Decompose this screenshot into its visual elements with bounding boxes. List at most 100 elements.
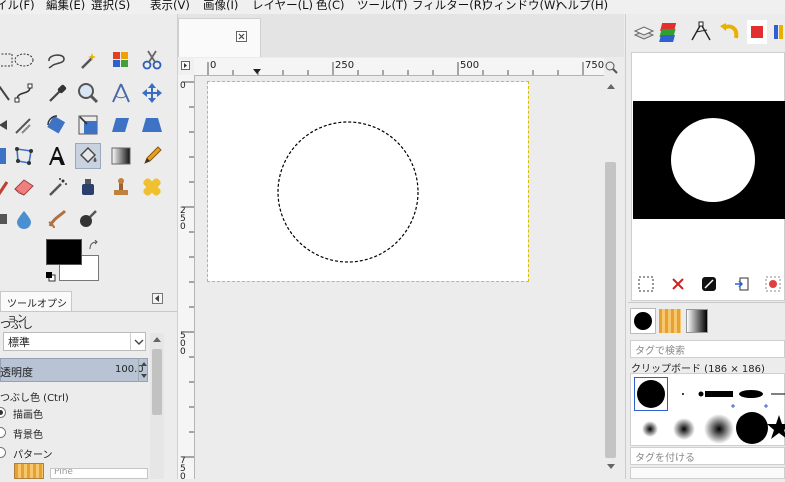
tag-assign-placeholder: タグを付ける bbox=[635, 453, 695, 464]
pattern-swatch[interactable] bbox=[14, 463, 44, 479]
color-picker-icon[interactable] bbox=[44, 80, 70, 106]
fill-option-fg[interactable]: 描画色 bbox=[0, 405, 150, 423]
measure-icon[interactable] bbox=[108, 80, 134, 106]
h-ruler-ticks bbox=[207, 62, 584, 75]
path-stroke-icon[interactable] bbox=[701, 276, 717, 292]
menu-image[interactable]: 画像(I) bbox=[203, 0, 238, 13]
fill-option-pattern-label: パターン bbox=[13, 450, 53, 461]
rotate-icon[interactable] bbox=[44, 112, 70, 138]
vertical-ruler[interactable]: 0 250 500 750 bbox=[178, 75, 195, 482]
bucket-fill-icon[interactable] bbox=[75, 143, 101, 169]
paths-tab-icon[interactable] bbox=[689, 20, 713, 44]
default-colors-icon[interactable] bbox=[46, 272, 56, 282]
active-tab-icon[interactable] bbox=[747, 20, 767, 44]
menu-view[interactable]: 表示(V) bbox=[150, 0, 190, 13]
selection-icon[interactable] bbox=[638, 276, 654, 292]
text-icon[interactable] bbox=[44, 143, 70, 169]
smudge-icon[interactable] bbox=[44, 206, 70, 232]
mode-select[interactable]: 標準 bbox=[3, 332, 146, 351]
menu-layer[interactable]: レイヤー(L) bbox=[252, 0, 313, 13]
quick-mask-corner[interactable] bbox=[178, 58, 194, 75]
menu-select[interactable]: 選択(S) bbox=[91, 0, 130, 13]
shear-icon[interactable] bbox=[108, 112, 134, 138]
menu-colors[interactable]: 色(C) bbox=[316, 0, 345, 13]
fill-type-label: つぶし色 (Ctrl) bbox=[0, 393, 69, 404]
channels-tab-icon[interactable] bbox=[659, 20, 683, 44]
heal-icon[interactable] bbox=[139, 174, 165, 200]
dodge-burn-icon[interactable] bbox=[75, 206, 101, 232]
foreground-color-swatch[interactable] bbox=[46, 239, 82, 265]
radio-bg[interactable] bbox=[0, 427, 6, 438]
zoom-to-fit-icon[interactable] bbox=[604, 59, 618, 75]
tag-assign-field[interactable]: タグを付ける bbox=[630, 447, 785, 465]
airbrush-icon[interactable] bbox=[44, 174, 70, 200]
gradients-tab[interactable] bbox=[686, 309, 708, 333]
paths-icon[interactable] bbox=[11, 80, 37, 106]
blur-icon[interactable] bbox=[11, 206, 37, 232]
scale-icon[interactable] bbox=[75, 112, 101, 138]
radio-fg[interactable] bbox=[0, 407, 6, 418]
brush-grid[interactable] bbox=[630, 373, 785, 446]
canvas-area[interactable] bbox=[195, 76, 604, 479]
menu-filters[interactable]: フィルター(R) bbox=[412, 0, 486, 13]
brush-tag-search[interactable]: タグで検索 bbox=[630, 340, 785, 358]
opacity-slider[interactable]: 透明度 100.0 bbox=[0, 358, 148, 382]
fuzzy-select-icon[interactable] bbox=[75, 47, 101, 73]
clone-icon[interactable] bbox=[108, 174, 134, 200]
image-canvas[interactable] bbox=[207, 81, 529, 282]
v-ruler-label-500: 500 bbox=[180, 331, 186, 357]
circle-selection-marquee bbox=[277, 121, 419, 263]
transform-icon[interactable] bbox=[11, 112, 37, 138]
brushes-tab[interactable] bbox=[630, 308, 656, 334]
options-scroll-thumb[interactable] bbox=[152, 349, 162, 415]
opacity-spin-buttons[interactable] bbox=[138, 358, 149, 382]
v-ruler-label-0: 0 bbox=[180, 81, 186, 91]
fill-option-bg[interactable]: 背景色 bbox=[0, 425, 150, 443]
layers-tab-icon[interactable] bbox=[633, 21, 655, 43]
eraser-icon[interactable] bbox=[11, 174, 37, 200]
radio-pattern[interactable] bbox=[0, 447, 6, 458]
close-icon[interactable] bbox=[236, 31, 247, 42]
brush-clipboard[interactable] bbox=[634, 377, 668, 411]
options-scrollbar[interactable] bbox=[150, 333, 164, 479]
cage-transform-icon[interactable] bbox=[11, 143, 37, 169]
menu-file[interactable]: イル(F) bbox=[0, 0, 35, 13]
ink-icon[interactable] bbox=[75, 174, 101, 200]
menu-tools[interactable]: ツール(T) bbox=[357, 0, 408, 13]
divider bbox=[628, 302, 785, 303]
horizontal-ruler[interactable]: 0 250 500 750 bbox=[194, 58, 604, 76]
ellipse-select-icon[interactable] bbox=[11, 47, 37, 73]
brush-spacing-slider[interactable] bbox=[630, 467, 785, 479]
more-tabs-icon[interactable] bbox=[772, 20, 785, 44]
pencil-icon[interactable] bbox=[139, 143, 165, 169]
swap-colors-icon[interactable] bbox=[88, 239, 99, 251]
brush-row-2[interactable] bbox=[631, 411, 785, 447]
configure-tab-icon[interactable] bbox=[152, 293, 163, 304]
menubar: イル(F) 編集(E) 選択(S) 表示(V) 画像(I) レイヤー(L) 色(… bbox=[0, 0, 785, 14]
undo-history-tab-icon[interactable] bbox=[718, 20, 742, 44]
scissors-icon[interactable] bbox=[139, 47, 165, 73]
delete-icon[interactable] bbox=[670, 276, 686, 292]
tool-options-tab[interactable]: ツールオプション bbox=[0, 291, 72, 325]
blend-icon[interactable] bbox=[108, 143, 134, 169]
fill-option-pattern[interactable]: パターン bbox=[0, 445, 150, 463]
brush-row-1[interactable] bbox=[671, 377, 785, 411]
mode-select-value: 標準 bbox=[8, 336, 30, 349]
record-icon[interactable] bbox=[765, 276, 781, 292]
image-preview[interactable] bbox=[631, 52, 785, 301]
h-ruler-label-0: 0 bbox=[210, 60, 217, 71]
pattern-name-field[interactable]: Pine bbox=[50, 468, 148, 479]
image-tab[interactable] bbox=[178, 18, 261, 57]
import-icon[interactable] bbox=[734, 276, 750, 292]
menu-windows[interactable]: ウィンドウ(W) bbox=[482, 0, 560, 13]
menu-edit[interactable]: 編集(E) bbox=[46, 0, 85, 13]
zoom-icon[interactable] bbox=[75, 80, 101, 106]
free-select-icon[interactable] bbox=[44, 47, 70, 73]
menu-help[interactable]: ヘルプ(H) bbox=[556, 0, 608, 13]
move-icon[interactable] bbox=[139, 80, 165, 106]
v-ruler-label-750: 750 bbox=[180, 456, 186, 482]
canvas-scroll-thumb[interactable] bbox=[605, 162, 616, 458]
select-by-color-icon[interactable] bbox=[108, 47, 134, 73]
perspective-icon[interactable] bbox=[139, 112, 165, 138]
patterns-tab[interactable] bbox=[659, 309, 681, 333]
